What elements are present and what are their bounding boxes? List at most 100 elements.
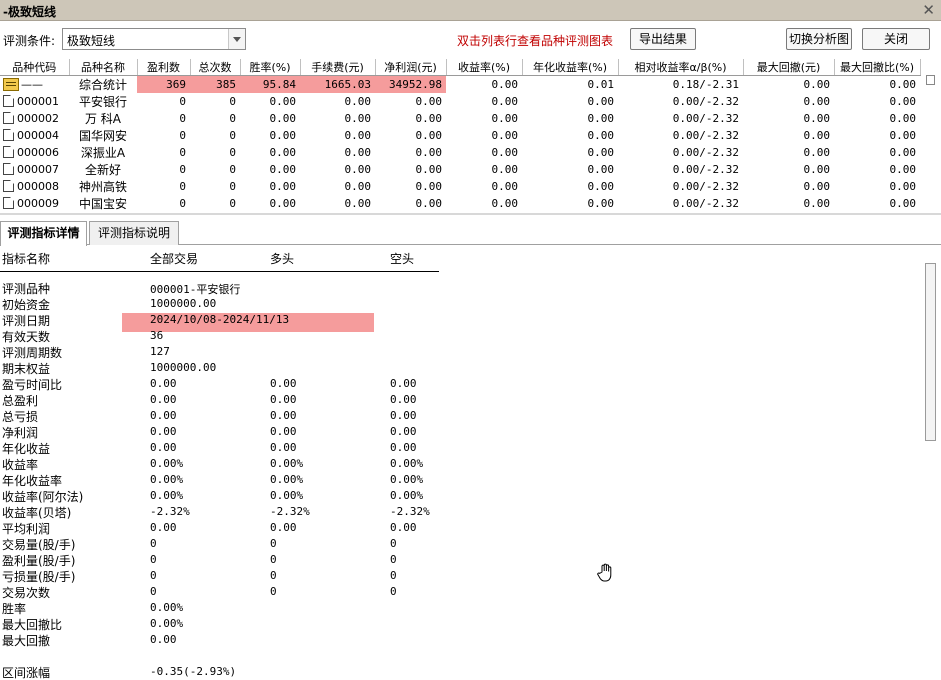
detail-value: -2.32%	[270, 505, 310, 518]
detail-row: 年化收益率 0.00% 0.00% 0.00%	[0, 472, 923, 488]
row-winrate: 0.00	[269, 146, 297, 159]
table-row[interactable]: 000008 神州高铁 0 0 0.00 0.00 0.00 0.00 0.00 0.00/-2.…	[0, 178, 920, 195]
detail-value: 0.00%	[390, 457, 424, 470]
row-relative: 0.00/-2.32	[672, 95, 739, 108]
toolbar: 评测条件: 极致短线 双击列表行查看品种评测图表 导出结果 切换分析图 关闭	[0, 22, 941, 57]
chevron-down-icon[interactable]	[228, 29, 245, 49]
export-button[interactable]: 导出结果	[630, 28, 696, 50]
row-name: 万 科A	[84, 112, 122, 126]
detail-value: 0.00	[150, 441, 177, 454]
summary-maxddr: 0.00	[889, 78, 917, 91]
column-header[interactable]: 净利润(元)	[375, 59, 447, 76]
column-header[interactable]: 收益率(%)	[446, 59, 523, 76]
summary-code: ——	[21, 78, 43, 91]
summary-winrate: 95.84	[240, 75, 300, 93]
detail-row: 初始资金 1000000.00	[0, 296, 923, 312]
row-code: 000001	[17, 95, 59, 108]
row-winrate: 0.00	[269, 95, 297, 108]
close-icon[interactable]: ✕	[922, 1, 935, 19]
row-profit: 0.00	[415, 95, 443, 108]
column-header[interactable]: 胜率(%)	[240, 59, 301, 76]
document-icon	[3, 95, 14, 107]
detail-scrollbar[interactable]	[925, 263, 936, 441]
row-annual: 0.00	[587, 146, 615, 159]
detail-value: 0.00	[150, 377, 177, 390]
column-header[interactable]: 最大回撤比(%)	[834, 59, 921, 76]
column-header[interactable]: 年化收益率(%)	[522, 59, 619, 76]
row-annual: 0.00	[587, 180, 615, 193]
detail-value: 0	[270, 537, 277, 550]
summary-row[interactable]: —— 综合统计 369 385 95.84 1665.03 34952.98 0…	[0, 75, 920, 93]
detail-label: 平均利润	[2, 522, 51, 536]
criteria-combo[interactable]: 极致短线	[62, 28, 246, 50]
column-header[interactable]: 品种代码	[0, 59, 70, 76]
row-maxddr: 0.00	[889, 112, 917, 125]
tab-explanation[interactable]: 评测指标说明	[89, 221, 179, 245]
switch-chart-button[interactable]: 切换分析图	[786, 28, 852, 50]
detail-value: 0.00	[390, 521, 417, 534]
results-table[interactable]: 品种代码 品种名称 盈利数 总次数 胜率(%) 手续费(元) 净利润(元) 收益…	[0, 59, 923, 211]
row-code: 000006	[17, 146, 59, 159]
row-maxdd: 0.00	[803, 112, 831, 125]
row-ret: 0.00	[491, 129, 519, 142]
row-maxddr: 0.00	[889, 197, 917, 210]
criteria-label: 评测条件:	[3, 34, 56, 48]
row-profit: 0.00	[415, 129, 443, 142]
detail-value: 0.00	[390, 393, 417, 406]
summary-annual: 0.01	[587, 78, 615, 91]
detail-value: 0.00%	[270, 457, 304, 470]
row-maxddr: 0.00	[889, 146, 917, 159]
detail-tabs: 评测指标详情 评测指标说明	[0, 219, 941, 246]
row-relative: 0.00/-2.32	[672, 112, 739, 125]
column-header[interactable]: 手续费(元)	[300, 59, 376, 76]
splitter[interactable]	[0, 213, 941, 215]
column-header[interactable]: 最大回撤(元)	[743, 59, 835, 76]
row-code: 000002	[17, 112, 59, 125]
row-code: 000009	[17, 197, 59, 210]
detail-value: 36	[150, 329, 164, 342]
column-header[interactable]: 品种名称	[69, 59, 138, 76]
detail-value: 0.00	[390, 377, 417, 390]
tab-details[interactable]: 评测指标详情	[0, 221, 87, 246]
row-total: 0	[229, 180, 236, 193]
table-row[interactable]: 000001 平安银行 0 0 0.00 0.00 0.00 0.00 0.00 0.00/-2.…	[0, 93, 920, 110]
detail-label: 胜率	[2, 602, 27, 616]
table-row[interactable]: 000009 中国宝安 0 0 0.00 0.00 0.00 0.00 0.00 0.00/-2.…	[0, 195, 920, 211]
summary-profit: 34952.98	[375, 75, 446, 93]
column-header[interactable]: 总次数	[190, 59, 241, 76]
detail-value: 0	[270, 569, 277, 582]
row-ret: 0.00	[491, 146, 519, 159]
row-relative: 0.00/-2.32	[672, 129, 739, 142]
row-fee: 0.00	[344, 163, 372, 176]
row-relative: 0.00/-2.32	[672, 146, 739, 159]
detail-value: 0.00	[390, 425, 417, 438]
column-header[interactable]: 相对收益率α/β(%)	[618, 59, 744, 76]
detail-value: 0.00%	[390, 473, 424, 486]
table-row[interactable]: 000002 万 科A 0 0 0.00 0.00 0.00 0.00 0.00 0.00/-2.…	[0, 110, 920, 127]
detail-value: 127	[150, 345, 170, 358]
table-row[interactable]: 000004 国华网安 0 0 0.00 0.00 0.00 0.00 0.00 0.00/-2.…	[0, 127, 920, 144]
table-row[interactable]: 000006 深振业A 0 0 0.00 0.00 0.00 0.00 0.00 0.00/-2.…	[0, 144, 920, 161]
column-header[interactable]: 盈利数	[137, 59, 191, 76]
row-maxddr: 0.00	[889, 129, 917, 142]
detail-row: 年化收益 0.00 0.00 0.00	[0, 440, 923, 456]
detail-label: 盈利量(股/手)	[2, 554, 76, 568]
detail-value: 0	[150, 569, 157, 582]
summary-name: 综合统计	[78, 78, 127, 92]
detail-value: 0.00	[150, 425, 177, 438]
row-annual: 0.00	[587, 163, 615, 176]
document-icon	[3, 129, 14, 141]
detail-label: 交易量(股/手)	[2, 538, 76, 552]
detail-row: 最大回撤 0.00	[0, 632, 923, 648]
detail-row: 最大回撤比 0.00%	[0, 616, 923, 632]
row-maxdd: 0.00	[803, 163, 831, 176]
summary-total: 385	[190, 75, 240, 93]
row-fee: 0.00	[344, 129, 372, 142]
detail-row: 收益率(阿尔法) 0.00% 0.00% 0.00%	[0, 488, 923, 504]
table-scrollbar[interactable]	[926, 75, 935, 85]
row-total: 0	[229, 197, 236, 210]
table-row[interactable]: 000007 全新好 0 0 0.00 0.00 0.00 0.00 0.00 0.00/-2.3…	[0, 161, 920, 178]
close-button[interactable]: 关闭	[862, 28, 930, 50]
row-ret: 0.00	[491, 197, 519, 210]
row-name: 神州高铁	[78, 180, 127, 194]
